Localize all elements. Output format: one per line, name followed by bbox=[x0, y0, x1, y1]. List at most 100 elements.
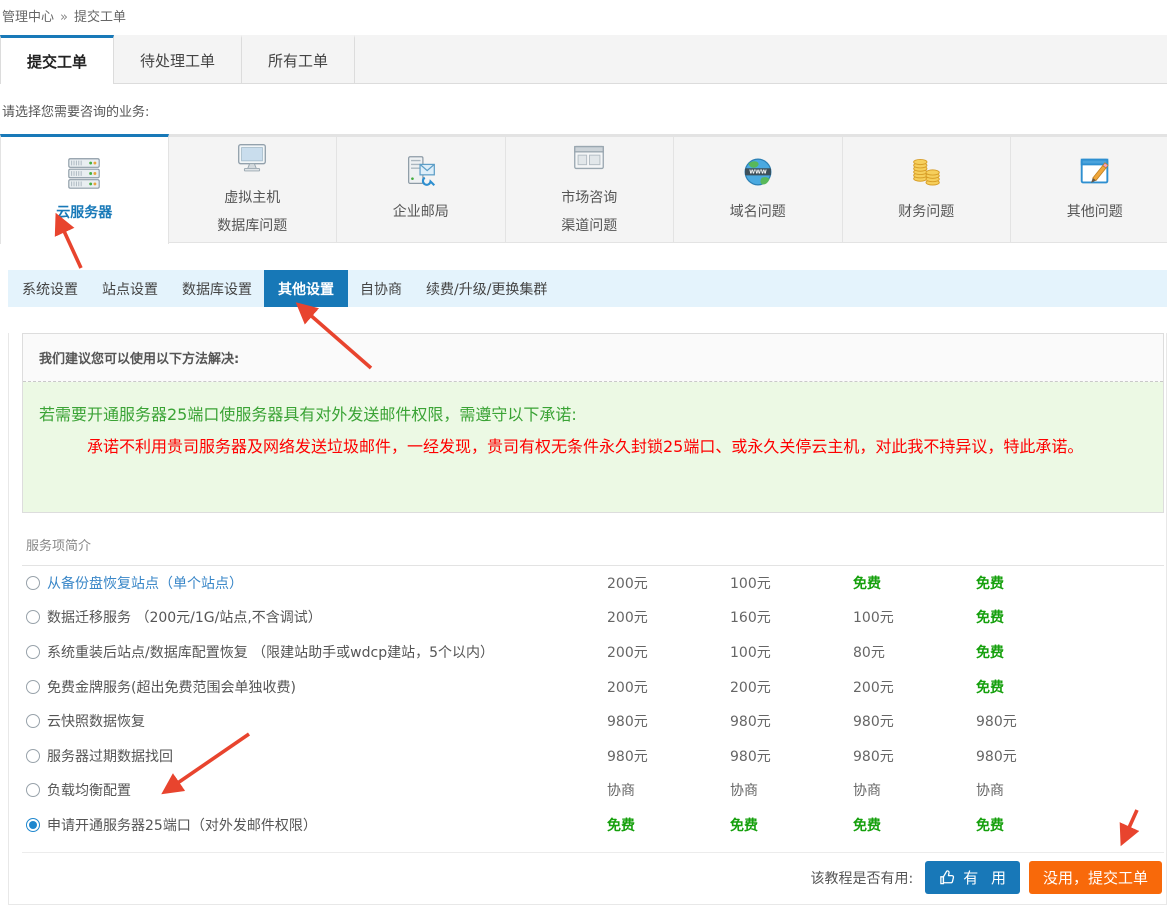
category-label: 其他问题 bbox=[1067, 199, 1123, 226]
radio-button[interactable] bbox=[26, 680, 40, 694]
price-cell: 200元 bbox=[607, 607, 730, 627]
subtab-label: 其他设置 bbox=[278, 279, 334, 299]
tab-label: 所有工单 bbox=[268, 50, 328, 71]
tab-label: 待处理工单 bbox=[140, 50, 215, 71]
radio-button[interactable] bbox=[26, 645, 40, 659]
edit-window-icon bbox=[1076, 153, 1114, 191]
port25-commitment: 承诺不利用贵司服务器及网络发送垃圾邮件，一经发现，贵司有权无条件永久封锁25端口… bbox=[39, 435, 1147, 460]
tab[interactable]: 待处理工单 bbox=[114, 35, 242, 83]
service-row: 数据迁移服务 （200元/1G/站点,不含调试） 200元160元100元免费 bbox=[22, 600, 1164, 635]
useful-button[interactable]: 有 用 bbox=[925, 861, 1020, 894]
subtab-label: 续费/升级/更换集群 bbox=[426, 279, 547, 299]
category-card[interactable]: 财务问题 bbox=[843, 134, 1012, 243]
service-label[interactable]: 申请开通服务器25端口（对外发邮件权限） bbox=[47, 815, 317, 835]
radio-button[interactable] bbox=[26, 783, 40, 797]
breadcrumb-section[interactable]: 管理中心 bbox=[2, 10, 54, 25]
service-row: 负载均衡配置 协商协商协商协商 bbox=[22, 773, 1164, 808]
price-cell: 980元 bbox=[607, 746, 730, 766]
subtab-label: 数据库设置 bbox=[182, 279, 252, 299]
price-cell: 免费 bbox=[976, 573, 1099, 593]
price-cell: 980元 bbox=[730, 711, 853, 731]
category-label: 域名问题 bbox=[730, 199, 786, 226]
radio-button[interactable] bbox=[26, 576, 40, 590]
subtab-label: 站点设置 bbox=[102, 279, 158, 299]
category-card[interactable]: 域名问题 bbox=[674, 134, 843, 243]
radio-button[interactable] bbox=[26, 714, 40, 728]
monitor-icon bbox=[233, 139, 271, 177]
subtab[interactable]: 续费/升级/更换集群 bbox=[414, 270, 559, 307]
price-cell: 协商 bbox=[853, 780, 976, 800]
price-cell: 980元 bbox=[976, 711, 1099, 731]
service-label[interactable]: 从备份盘恢复站点（单个站点） bbox=[47, 573, 243, 593]
service-label[interactable]: 服务器过期数据找回 bbox=[47, 746, 173, 766]
price-cell: 协商 bbox=[976, 780, 1099, 800]
subtab[interactable]: 站点设置 bbox=[90, 270, 170, 307]
service-row: 从备份盘恢复站点（单个站点） 200元100元免费免费 bbox=[22, 566, 1164, 601]
price-cell: 协商 bbox=[607, 780, 730, 800]
radio-button[interactable] bbox=[26, 818, 40, 832]
category-card[interactable]: 虚拟主机 数据库问题 bbox=[169, 134, 338, 243]
price-cell: 200元 bbox=[607, 573, 730, 593]
price-cell: 免费 bbox=[853, 815, 976, 835]
service-label[interactable]: 系统重装后站点/数据库配置恢复 （限建站助手或wdcp建站，5个以内） bbox=[47, 642, 494, 662]
category-card[interactable]: 企业邮局 bbox=[337, 134, 506, 243]
radio-button[interactable] bbox=[26, 749, 40, 763]
price-cell: 100元 bbox=[730, 642, 853, 662]
service-label[interactable]: 数据迁移服务 （200元/1G/站点,不含调试） bbox=[47, 607, 322, 627]
subtab[interactable]: 其他设置 bbox=[264, 270, 348, 307]
price-cell: 200元 bbox=[607, 642, 730, 662]
tab[interactable]: 提交工单 bbox=[0, 35, 114, 84]
service-row: 云快照数据恢复 980元980元980元980元 bbox=[22, 704, 1164, 739]
advice-box: 我们建议您可以使用以下方法解决: 若需要开通服务器25端口使服务器具有对外发送邮… bbox=[22, 333, 1164, 513]
price-cell: 免费 bbox=[976, 642, 1099, 662]
price-cell: 980元 bbox=[607, 711, 730, 731]
breadcrumb: 管理中心 » 提交工单 bbox=[0, 0, 1167, 25]
service-row: 申请开通服务器25端口（对外发邮件权限） 免费免费免费免费 bbox=[22, 808, 1164, 843]
column-header-item: 服务项简介 bbox=[26, 535, 611, 554]
ticket-tabbar: 提交工单 待处理工单 所有工单 bbox=[0, 35, 1167, 84]
advice-header: 我们建议您可以使用以下方法解决: bbox=[23, 334, 1163, 382]
service-label[interactable]: 免费金牌服务(超出免费范围会单独收费) bbox=[47, 677, 296, 697]
price-cell: 200元 bbox=[607, 677, 730, 697]
price-cell: 免费 bbox=[976, 677, 1099, 697]
tab[interactable]: 所有工单 bbox=[242, 35, 355, 83]
business-categories: 云服务器 虚拟主机 数据库问题 企业邮局 市场咨询 渠道问题 域名问题 财务问题… bbox=[0, 134, 1167, 244]
subtab[interactable]: 系统设置 bbox=[10, 270, 90, 307]
advice-body: 若需要开通服务器25端口使服务器具有对外发送邮件权限，需遵守以下承诺: 承诺不利… bbox=[23, 382, 1163, 512]
subtab-label: 自协商 bbox=[360, 279, 402, 299]
service-label[interactable]: 云快照数据恢复 bbox=[47, 711, 145, 731]
price-cell: 200元 bbox=[730, 677, 853, 697]
category-card[interactable]: 其他问题 bbox=[1011, 134, 1167, 243]
coins-icon bbox=[907, 153, 945, 191]
price-cell: 免费 bbox=[853, 573, 976, 593]
service-label[interactable]: 负载均衡配置 bbox=[47, 780, 131, 800]
category-card[interactable]: 云服务器 bbox=[0, 134, 169, 244]
category-label: 云服务器 bbox=[56, 200, 112, 227]
radio-button[interactable] bbox=[26, 610, 40, 624]
mail-server-icon bbox=[402, 153, 440, 191]
useless-submit-ticket-button[interactable]: 没用，提交工单 bbox=[1029, 861, 1162, 894]
service-row: 系统重装后站点/数据库配置恢复 （限建站助手或wdcp建站，5个以内） 200元… bbox=[22, 635, 1164, 670]
price-cell: 980元 bbox=[730, 746, 853, 766]
category-label: 财务问题 bbox=[898, 199, 954, 226]
price-cell: 100元 bbox=[853, 607, 976, 627]
category-card[interactable]: 市场咨询 渠道问题 bbox=[506, 134, 675, 243]
feedback-bar: 该教程是否有用: 有 用 没用，提交工单 bbox=[22, 852, 1164, 904]
business-select-prompt: 请选择您需要咨询的业务: bbox=[2, 101, 1167, 120]
breadcrumb-page: 提交工单 bbox=[74, 10, 126, 25]
tab-label: 提交工单 bbox=[27, 51, 87, 72]
subtab[interactable]: 自协商 bbox=[348, 270, 414, 307]
price-cell: 免费 bbox=[730, 815, 853, 835]
price-cell: 免费 bbox=[976, 607, 1099, 627]
subtab-label: 系统设置 bbox=[22, 279, 78, 299]
subtab[interactable]: 数据库设置 bbox=[170, 270, 264, 307]
price-cell: 980元 bbox=[853, 746, 976, 766]
price-cell: 980元 bbox=[853, 711, 976, 731]
category-label: 市场咨询 渠道问题 bbox=[561, 185, 617, 240]
price-cell: 80元 bbox=[853, 642, 976, 662]
service-row: 免费金牌服务(超出免费范围会单独收费) 200元200元200元免费 bbox=[22, 669, 1164, 704]
breadcrumb-separator: » bbox=[60, 10, 68, 25]
price-cell: 免费 bbox=[607, 815, 730, 835]
service-row: 服务器过期数据找回 980元980元980元980元 bbox=[22, 739, 1164, 774]
browser-icon bbox=[570, 139, 608, 177]
